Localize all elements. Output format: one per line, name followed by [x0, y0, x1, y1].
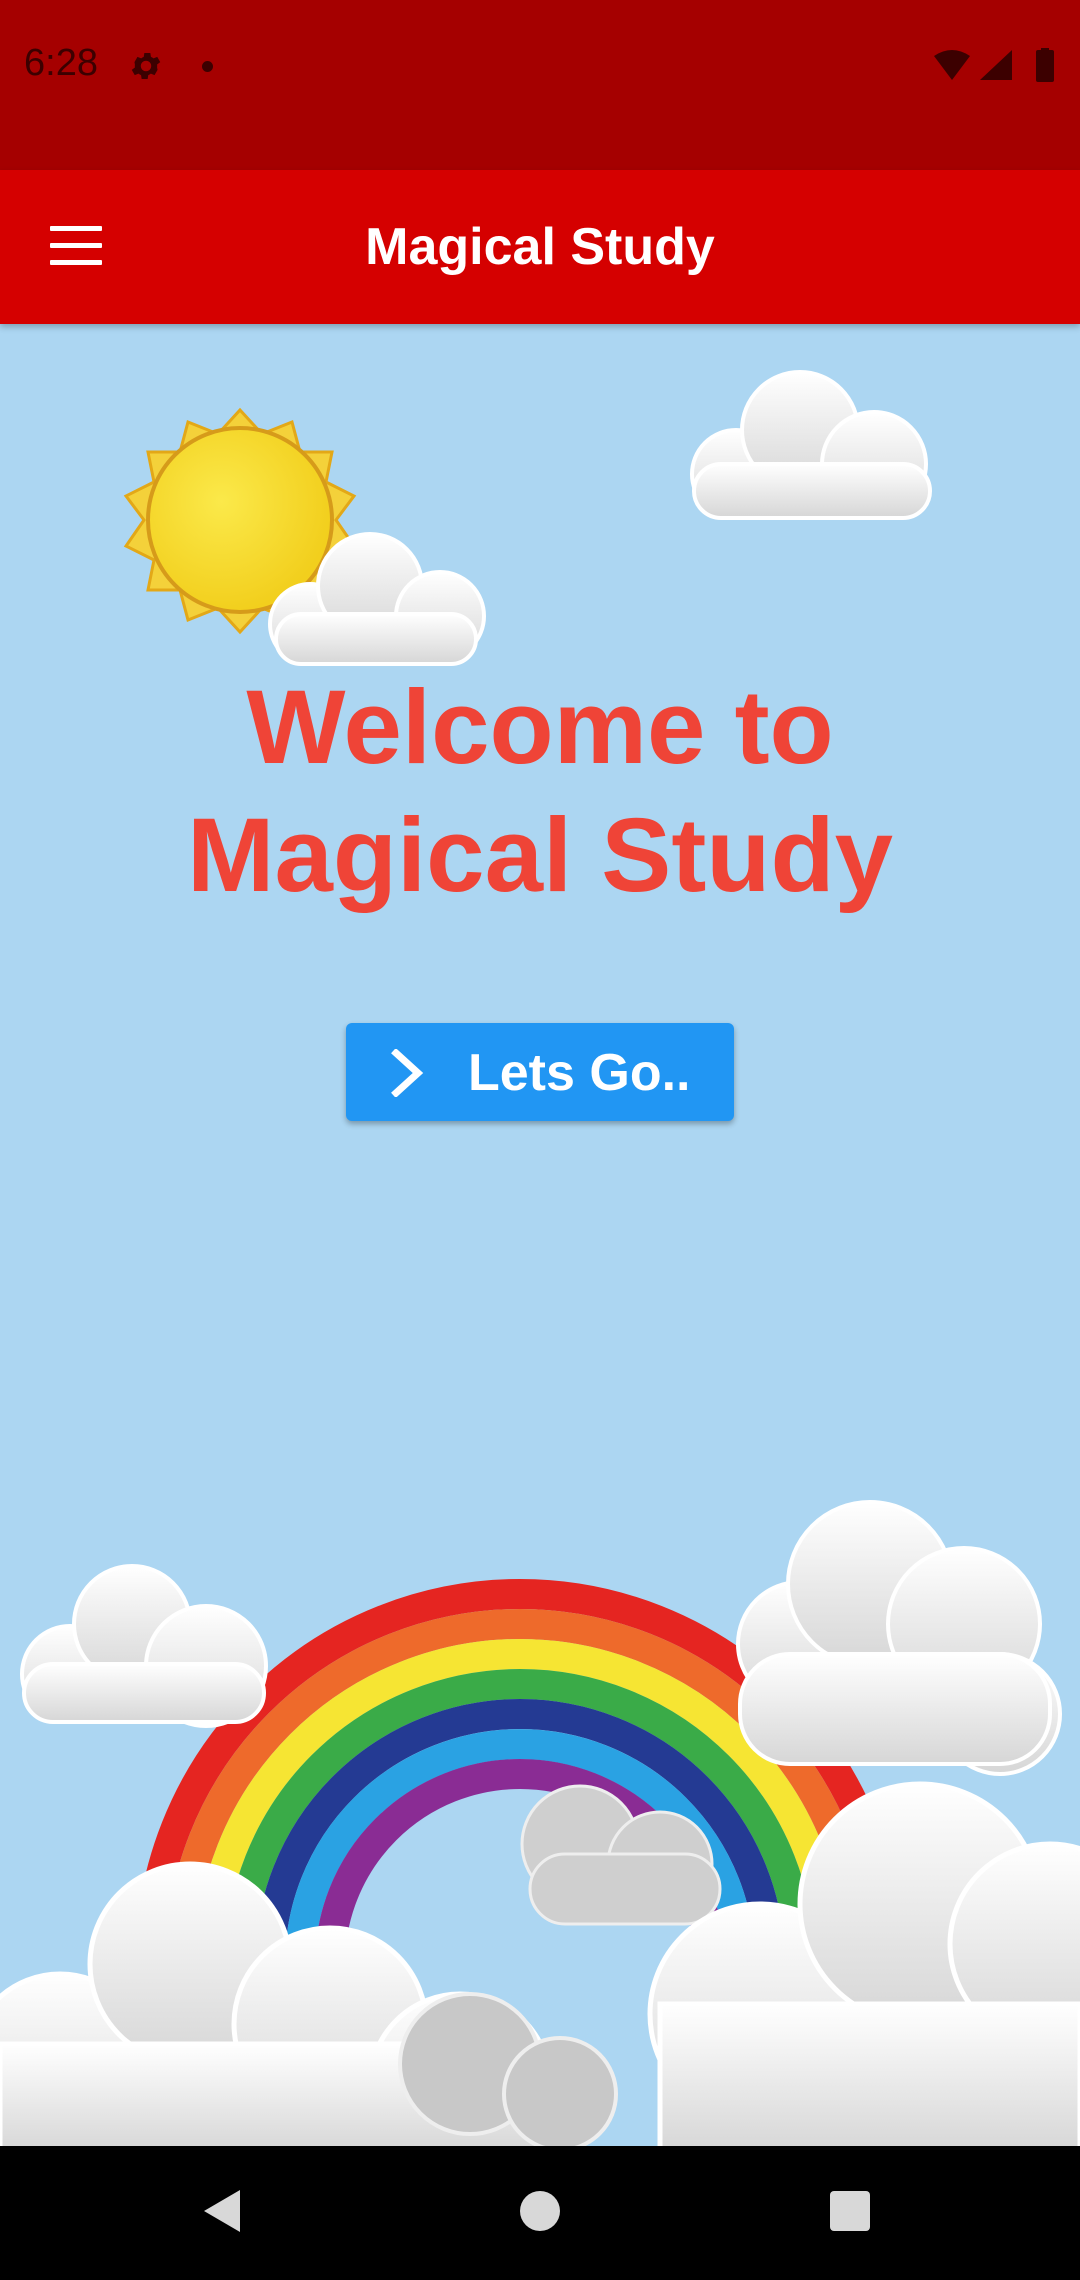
welcome-heading: Welcome to Magical Study: [0, 664, 1080, 920]
home-icon[interactable]: [520, 2191, 560, 2231]
status-time: 6:28: [24, 42, 98, 84]
cloud-top-right: [690, 370, 932, 520]
main-content: Welcome to Magical Study Lets Go..: [0, 324, 1080, 2146]
cloud-bottom-center: [398, 1992, 618, 2146]
lets-go-button[interactable]: Lets Go..: [346, 1023, 734, 1121]
status-bar: 6:28: [0, 0, 1080, 170]
welcome-line-1: Welcome to: [246, 669, 834, 786]
lets-go-label: Lets Go..: [468, 1044, 691, 1102]
status-right-icons: [934, 48, 1054, 82]
app-title: Magical Study: [365, 218, 715, 276]
notification-dot-icon: [202, 61, 213, 72]
recents-icon[interactable]: [830, 2191, 870, 2231]
signal-icon: [980, 50, 1012, 80]
app-bar: Magical Study: [0, 170, 1080, 324]
cloud-mid-left: [20, 1564, 268, 1728]
battery-icon: [1036, 50, 1054, 82]
welcome-line-2: Magical Study: [187, 797, 893, 914]
system-nav-bar: [0, 2146, 1080, 2280]
chevron-right-icon: [391, 1049, 424, 1097]
cloud-mid-right: [736, 1500, 1062, 1776]
background-illustration: [0, 370, 1080, 2146]
back-icon[interactable]: [200, 2186, 244, 2236]
gear-icon: [131, 52, 161, 80]
wifi-icon: [934, 50, 970, 80]
